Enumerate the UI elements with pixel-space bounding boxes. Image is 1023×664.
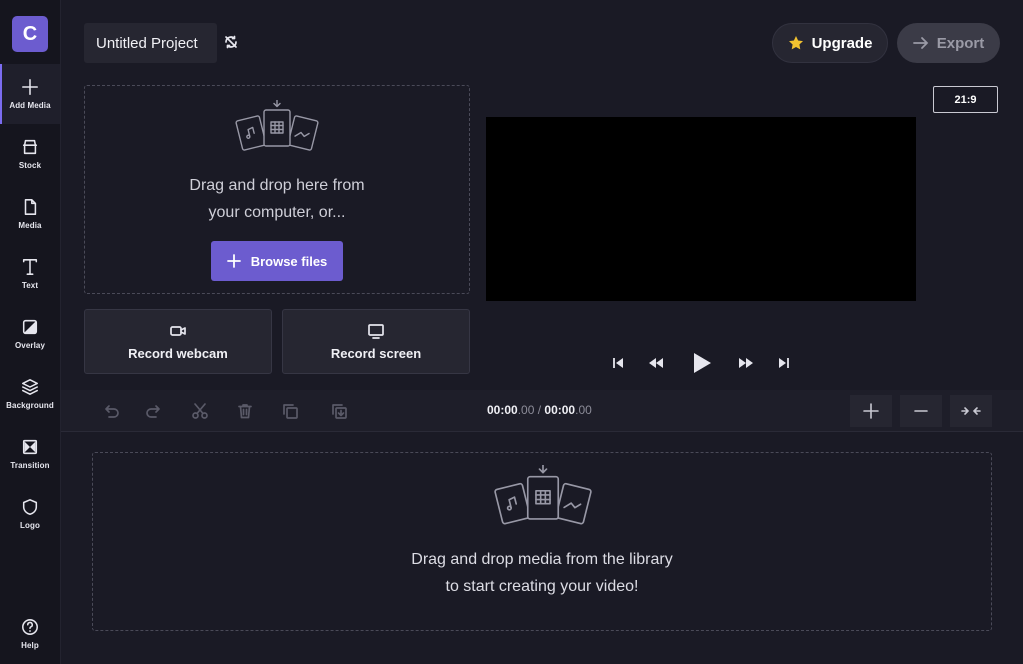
skip-forward-icon [779, 358, 789, 368]
redo-button[interactable] [138, 396, 170, 426]
drop-instructions: Drag and drop here from your computer, o… [189, 177, 365, 221]
delete-button[interactable] [229, 396, 261, 426]
timeline-drop-instructions: Drag and drop media from the library to … [411, 551, 673, 595]
sidebar-item-label: Overlay [14, 341, 46, 350]
app-logo[interactable]: C [12, 16, 48, 52]
timecode: 00:00.00 / 00:00.00 [487, 403, 597, 419]
media-cards-icon [235, 100, 319, 151]
zoom-out-button[interactable] [900, 395, 942, 427]
sidebar-item-stock[interactable]: Stock [0, 124, 60, 184]
browse-files-button[interactable]: Browse files [211, 241, 343, 281]
sidebar-item-text[interactable]: Text [0, 244, 60, 304]
skip-back-button[interactable] [609, 352, 627, 374]
media-drop-zone[interactable]: Drag and drop here from your computer, o… [84, 85, 470, 294]
upgrade-label: Upgrade [811, 34, 873, 52]
zoom-in-button[interactable] [850, 395, 892, 427]
aspect-ratio-button[interactable]: 21:9 [933, 86, 998, 113]
browse-files-label: Browse files [250, 253, 328, 269]
record-webcam-button[interactable]: Record webcam [84, 309, 272, 374]
media-cards-icon [494, 465, 592, 525]
sidebar-item-label: Media [18, 221, 42, 230]
record-screen-button[interactable]: Record screen [282, 309, 470, 374]
sidebar-item-background[interactable]: Background [0, 364, 60, 424]
fast-forward-button[interactable] [735, 352, 757, 374]
star-icon [788, 36, 803, 50]
sidebar-item-label: Add Media [9, 101, 51, 110]
sidebar-item-logo[interactable]: Logo [0, 484, 60, 544]
trash-icon [238, 404, 252, 419]
zoom-in-icon [863, 403, 879, 419]
add-clip-icon [332, 404, 347, 419]
sidebar-item-transition[interactable]: Transition [0, 424, 60, 484]
total-time-ms: .00 [575, 403, 592, 417]
undo-icon [105, 405, 119, 418]
total-time: 00:00 [544, 403, 576, 417]
zoom-out-icon [914, 410, 928, 412]
help-icon [22, 619, 38, 635]
arrow-right-icon [912, 37, 929, 49]
project-title-input[interactable]: Untitled Project [84, 23, 217, 63]
play-button[interactable] [690, 352, 714, 374]
sidebar-item-overlay[interactable]: Overlay [0, 304, 60, 364]
duplicate-button[interactable] [274, 396, 306, 426]
sidebar-item-label: Stock [18, 161, 42, 170]
export-button[interactable]: Export [897, 23, 1000, 63]
sidebar-item-media[interactable]: Media [0, 184, 60, 244]
sidebar: C Add Media Stock Media Text Overlay Bac… [0, 0, 61, 664]
record-webcam-label: Record webcam [128, 346, 228, 361]
sidebar-item-label: Logo [20, 521, 40, 530]
plus-icon [22, 79, 38, 95]
store-icon [22, 139, 38, 155]
monitor-icon [368, 324, 384, 339]
sidebar-item-label: Text [21, 281, 39, 290]
rewind-icon [649, 358, 663, 368]
plus-icon [226, 254, 241, 268]
current-time: 00:00 [487, 403, 518, 417]
overlay-icon [22, 319, 38, 335]
video-camera-icon [170, 326, 186, 336]
export-label: Export [936, 34, 985, 52]
upgrade-button[interactable]: Upgrade [772, 23, 888, 63]
current-time-ms: .00 [517, 403, 535, 417]
add-to-timeline-button[interactable] [323, 396, 355, 426]
fast-forward-icon [739, 358, 753, 368]
redo-icon [146, 405, 160, 418]
undo-button[interactable] [95, 396, 127, 426]
clipchamp-editor: C Add Media Stock Media Text Overlay Bac… [0, 0, 1023, 664]
sidebar-item-label: Help [21, 641, 39, 650]
rewind-button[interactable] [645, 352, 667, 374]
transition-icon [22, 439, 38, 455]
copy-icon [283, 404, 298, 419]
sync-off-icon[interactable] [224, 35, 238, 49]
skip-forward-button[interactable] [775, 352, 793, 374]
scissors-icon [192, 403, 208, 419]
timeline-toolbar: 00:00.00 / 00:00.00 [61, 390, 1023, 432]
shield-icon [22, 499, 38, 515]
video-preview [486, 117, 916, 301]
time-separator: / [534, 403, 545, 417]
sidebar-item-label: Background [6, 401, 54, 410]
skip-back-icon [613, 358, 623, 368]
file-icon [24, 199, 37, 215]
split-button[interactable] [184, 396, 216, 426]
sidebar-item-help[interactable]: Help [0, 604, 60, 664]
layers-icon [22, 379, 38, 395]
sidebar-item-label: Transition [10, 461, 50, 470]
timeline-drop-zone[interactable]: Drag and drop media from the library to … [92, 452, 992, 631]
record-screen-label: Record screen [330, 346, 422, 361]
play-icon [694, 353, 711, 373]
sidebar-item-add-media[interactable]: Add Media [0, 64, 60, 124]
collapse-icon [961, 407, 981, 415]
zoom-fit-button[interactable] [950, 395, 992, 427]
text-icon [22, 259, 38, 275]
